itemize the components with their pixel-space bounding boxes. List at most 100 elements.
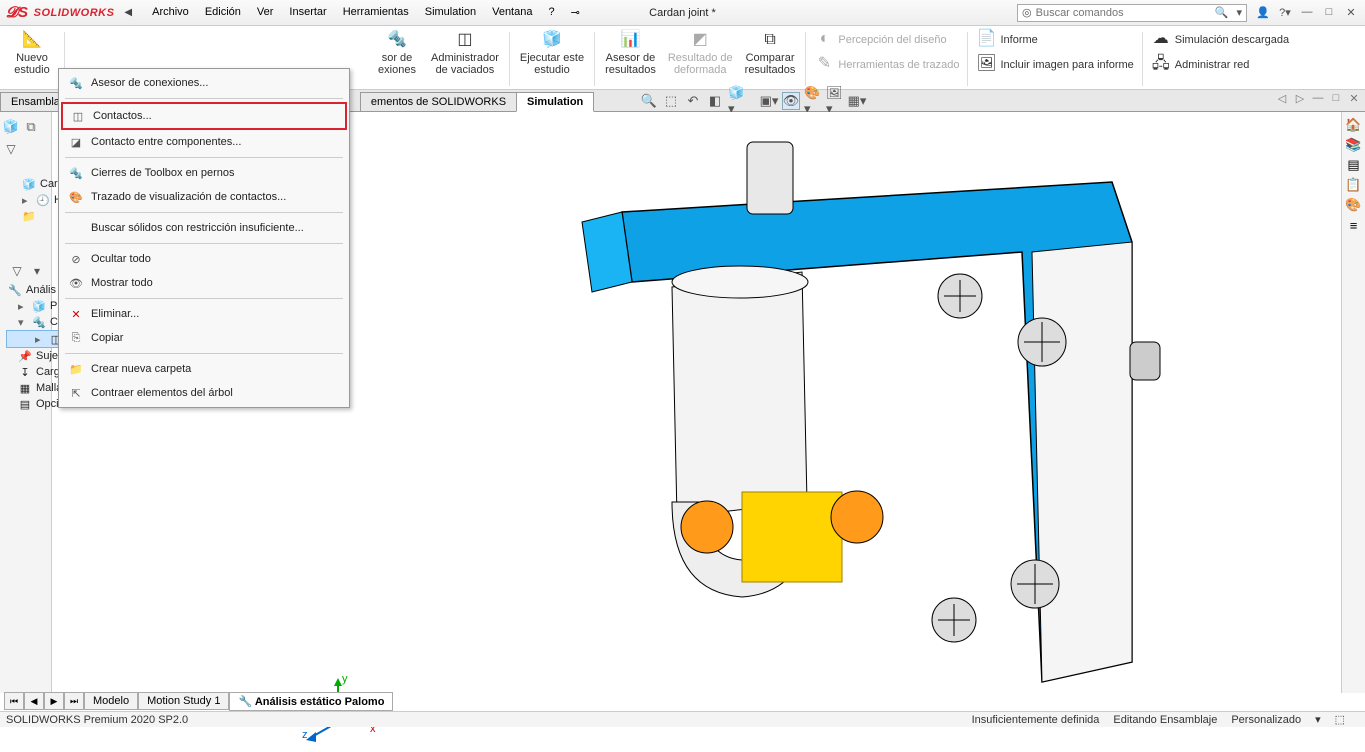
doc-close-icon[interactable]: ✕ [1347, 92, 1361, 105]
menu-herramientas[interactable]: Herramientas [337, 3, 415, 22]
tab-nav-next[interactable]: ▶ [44, 692, 64, 710]
filter-icon[interactable]: ▽ [2, 140, 20, 158]
menu-collapse-icon[interactable]: ◀ [124, 7, 132, 18]
ctx-contacto-componentes[interactable]: ◪Contacto entre componentes... [61, 130, 347, 154]
menu-edicion[interactable]: Edición [199, 3, 247, 22]
zoom-fit-icon[interactable]: 🔍 [640, 92, 658, 110]
loads-icon: ↧ [18, 365, 32, 379]
resources-icon[interactable]: 📚 [1345, 136, 1363, 154]
ctx-mostrar-todo[interactable]: 👁Mostrar todo [61, 271, 347, 295]
forum-icon[interactable]: ≡ [1345, 216, 1363, 234]
tab-motion-study[interactable]: Motion Study 1 [138, 692, 229, 710]
tab-complementos[interactable]: ementos de SOLIDWORKS [360, 92, 517, 111]
doc-max-icon[interactable]: □ [1329, 92, 1343, 105]
search-icon[interactable]: 🔍 [1215, 6, 1229, 19]
section-view-icon[interactable]: ◧ [706, 92, 724, 110]
assembly-icon: 🧊 [22, 177, 36, 191]
sim-descargada-button[interactable]: ☁ Simulación descargada [1147, 28, 1293, 52]
plot-tools-icon: ✎ [814, 54, 834, 74]
fm-tree-icon[interactable]: 🧊 [2, 118, 20, 136]
study-icon: 🔧 [8, 283, 22, 297]
search-dropdown-icon[interactable]: ▾ [1236, 6, 1242, 19]
mesh-icon: ▦ [18, 381, 32, 395]
ctx-copiar[interactable]: ⎘Copiar [61, 326, 347, 350]
menu-help[interactable]: ? [542, 3, 560, 22]
palette-icon[interactable]: 🎨 [1345, 196, 1363, 214]
include-image-icon: 🖼 [976, 54, 996, 74]
admin-vaciados-button[interactable]: ◫ Administrador de vaciados [425, 28, 505, 78]
ctx-asesor-conexiones[interactable]: 🔩Asesor de conexiones... [61, 71, 347, 95]
menu-ver[interactable]: Ver [251, 3, 280, 22]
status-dropdown-icon[interactable]: ▾ [1315, 713, 1321, 726]
hide-show-icon[interactable]: 👁 [782, 92, 800, 110]
admin-red-button[interactable]: 🖧 Administrar red [1147, 53, 1293, 77]
ctx-ocultar-todo[interactable]: ⊘Ocultar todo [61, 247, 347, 271]
tree-label[interactable]: P [50, 300, 57, 312]
close-icon[interactable]: ✕ [1343, 6, 1359, 19]
menu-archivo[interactable]: Archivo [146, 3, 195, 22]
appearances-icon[interactable]: ▤ [1345, 156, 1363, 174]
maximize-icon[interactable]: □ [1321, 6, 1337, 19]
ctx-contraer-arbol[interactable]: ⇱Contraer elementos del árbol [61, 381, 347, 405]
view-orient-icon[interactable]: 🧊▾ [728, 92, 746, 110]
model-render [472, 122, 1192, 702]
ctx-contactos[interactable]: ◫Contactos... [61, 102, 347, 130]
status-cube-icon[interactable]: ⬚ [1335, 713, 1345, 726]
custom-props-icon[interactable]: 📋 [1345, 176, 1363, 194]
contact-plot-icon: 🎨 [67, 189, 85, 205]
tab-nav-first[interactable]: ⏮ [4, 692, 24, 710]
tab-nav-prev[interactable]: ◀ [24, 692, 44, 710]
status-editing: Editando Ensamblaje [1113, 714, 1217, 726]
menu-ventana[interactable]: Ventana [486, 3, 538, 22]
render-icon[interactable]: ▦▾ [848, 92, 866, 110]
pin-icon[interactable]: ⊸ [565, 3, 586, 22]
minimize-icon[interactable]: — [1299, 6, 1315, 19]
svg-text:y: y [342, 673, 348, 685]
home-icon[interactable]: 🏠 [1345, 116, 1363, 134]
network-icon: 🖧 [1151, 54, 1171, 74]
ctx-buscar-solidos[interactable]: Buscar sólidos con restricción insuficie… [61, 216, 347, 240]
doc-fwd-icon[interactable]: ▷ [1293, 92, 1307, 105]
search-input[interactable] [1036, 7, 1211, 19]
tab-analisis-estatico[interactable]: 🔧 Análisis estático Palomo [229, 692, 393, 711]
ejecutar-estudio-button[interactable]: 🧊 Ejecutar este estudio [514, 28, 590, 78]
tab-simulation[interactable]: Simulation [516, 92, 594, 112]
asesor-conexiones-button[interactable]: 🔩 sor de exiones [369, 28, 425, 78]
nuevo-estudio-button[interactable]: 📐 Nuevo estudio [4, 28, 60, 78]
comparar-resultados-button[interactable]: ⧉ Comparar resultados [739, 28, 802, 78]
help-icon[interactable]: ?▾ [1277, 6, 1293, 19]
scene-icon[interactable]: 🖼▾ [826, 92, 844, 110]
menu-simulation[interactable]: Simulation [419, 3, 482, 22]
tab-nav-last[interactable]: ⏭ [64, 692, 84, 710]
display-style-icon[interactable]: ▣▾ [760, 92, 778, 110]
tab-modelo[interactable]: Modelo [84, 692, 138, 710]
new-study-icon: 📐 [22, 30, 42, 50]
fm-config-icon[interactable]: ⧉ [22, 118, 40, 136]
run-icon: 🧊 [542, 30, 562, 50]
study-tab-icon: 🔧 [238, 696, 254, 708]
ctx-eliminar[interactable]: ✕Eliminar... [61, 302, 347, 326]
ctx-nueva-carpeta[interactable]: 📁Crear nueva carpeta [61, 357, 347, 381]
fixtures-icon: 📌 [18, 349, 32, 363]
incluir-imagen-button[interactable]: 🖼 Incluir imagen para informe [972, 53, 1137, 77]
ctx-trazado-contactos[interactable]: 🎨Trazado de visualización de contactos..… [61, 185, 347, 209]
user-icon[interactable]: 👤 [1255, 6, 1271, 19]
asesor-resultados-button[interactable]: 📊 Asesor de resultados [599, 28, 662, 78]
doc-min-icon[interactable]: — [1311, 92, 1325, 105]
connections-icon: 🔩 [32, 315, 46, 329]
zoom-area-icon[interactable]: ⬚ [662, 92, 680, 110]
appearance-icon[interactable]: 🎨▾ [804, 92, 822, 110]
menu-insertar[interactable]: Insertar [283, 3, 332, 22]
informe-button[interactable]: 📄 Informe [972, 28, 1137, 52]
prev-view-icon[interactable]: ↶ [684, 92, 702, 110]
status-units[interactable]: Personalizado [1231, 714, 1301, 726]
report-icon: 📄 [976, 29, 996, 49]
ctx-cierres-toolbox[interactable]: 🔩Cierres de Toolbox en pernos [61, 161, 347, 185]
filter-icon[interactable]: ▽ [8, 262, 26, 280]
app-logo: 𝓓S SOLIDWORKS [0, 4, 120, 21]
tree-label[interactable]: Anális [26, 284, 56, 296]
search-commands[interactable]: ◎ 🔍 ▾ [1017, 4, 1247, 22]
doc-back-icon[interactable]: ◁ [1275, 92, 1289, 105]
tree-label[interactable]: C [50, 316, 58, 328]
folder-icon: 📁 [67, 361, 85, 377]
